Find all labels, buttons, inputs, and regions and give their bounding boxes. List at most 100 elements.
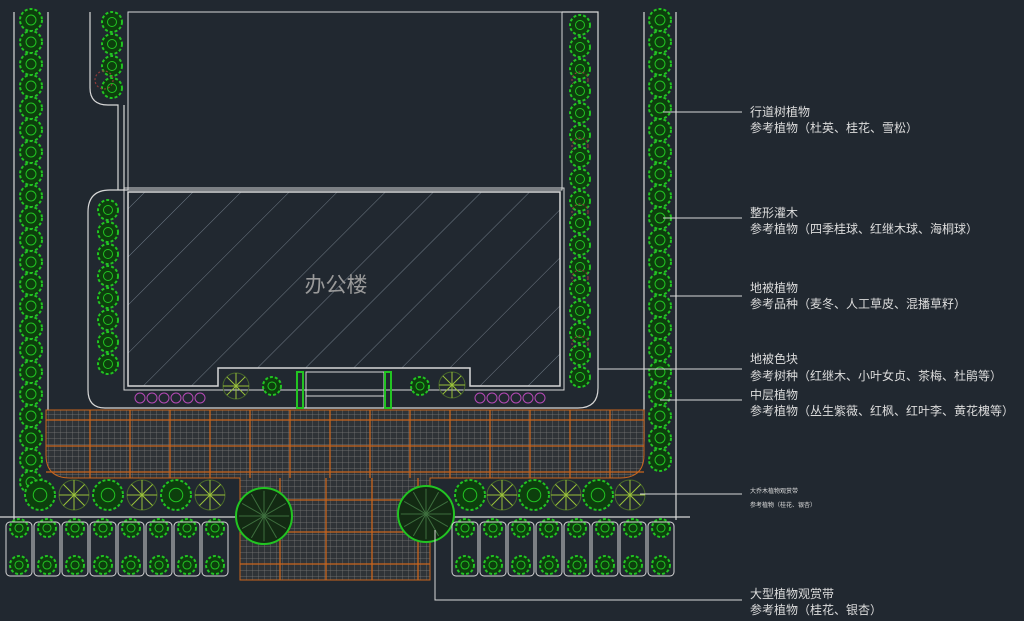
tree-symbol	[19, 8, 43, 32]
tree-symbol	[569, 300, 591, 322]
groundcover-symbol	[486, 392, 498, 404]
tree-symbol	[569, 278, 591, 300]
tree-symbol	[569, 234, 591, 256]
mid-layer-plant-symbol	[222, 372, 250, 400]
tree-symbol	[92, 479, 124, 511]
annotation-4-detail: 参考植物（丛生紫薇、红枫、红叶李、黄花槐等）	[750, 403, 1014, 418]
tree-symbol	[19, 316, 43, 340]
tree-symbol	[648, 360, 672, 384]
tree-symbol	[648, 96, 672, 120]
groundcover-symbol	[534, 392, 546, 404]
tree-symbol	[97, 287, 119, 309]
tree-symbol	[648, 272, 672, 296]
tree-symbol	[121, 555, 141, 575]
tree-symbol	[160, 479, 192, 511]
tree-symbol	[648, 382, 672, 406]
tree-symbol	[595, 555, 615, 575]
tree-symbol	[569, 168, 591, 190]
tree-symbol	[651, 555, 671, 575]
tree-symbol	[101, 11, 123, 33]
annotation-5-title: 大乔木植物观赏带	[750, 487, 798, 495]
tree-symbol	[19, 426, 43, 450]
tree-symbol	[97, 331, 119, 353]
tree-symbol	[518, 479, 550, 511]
tree-symbol	[19, 404, 43, 428]
tree-symbol	[454, 479, 486, 511]
annotation-1-title: 整形灌木	[750, 205, 798, 220]
tree-symbol	[648, 30, 672, 54]
groundcover-symbol	[134, 392, 146, 404]
tree-symbol	[97, 309, 119, 331]
groundcover-symbol	[474, 392, 486, 404]
tree-symbol	[569, 80, 591, 102]
annotation-text: 行道树植物 参考植物（杜英、桂花、雪松） 整形灌木 参考植物（四季桂球、红继木球…	[750, 104, 1014, 617]
tree-symbol	[539, 555, 559, 575]
annotation-6-detail: 参考植物（桂花、银杏）	[750, 602, 882, 617]
tree-symbol	[19, 250, 43, 274]
tree-symbol	[569, 366, 591, 388]
annotation-0-detail: 参考植物（杜英、桂花、雪松）	[750, 120, 918, 135]
groundcover-symbol	[194, 392, 206, 404]
tree-symbol	[648, 228, 672, 252]
tree-symbol	[101, 77, 123, 99]
tree-symbol	[149, 555, 169, 575]
tree-symbol	[101, 55, 123, 77]
groundcover-symbol	[146, 392, 158, 404]
tree-symbol	[567, 555, 587, 575]
tree-symbol	[101, 33, 123, 55]
tree-symbol	[19, 382, 43, 406]
tree-symbol	[97, 199, 119, 221]
groundcover-symbol	[522, 392, 534, 404]
tree-symbol	[648, 338, 672, 362]
tree-symbol	[569, 102, 591, 124]
tree-symbol	[648, 250, 672, 274]
tree-symbol	[648, 184, 672, 208]
groundcover-symbol	[182, 392, 194, 404]
tree-symbol	[97, 265, 119, 287]
large-tree-symbol	[397, 485, 455, 543]
tree-symbol	[19, 206, 43, 230]
tree-symbol	[97, 243, 119, 265]
tree-symbol	[19, 448, 43, 472]
annotation-6-title: 大型植物观赏带	[750, 586, 834, 601]
tree-symbol	[24, 479, 56, 511]
annotation-3-title: 地被色块	[750, 352, 798, 366]
tree-symbol	[19, 184, 43, 208]
tree-symbol	[19, 228, 43, 252]
tree-symbol	[93, 555, 113, 575]
mid-layer-plant-symbol	[486, 479, 518, 511]
annotation-3-detail: 参考树种（红继木、小叶女贞、茶梅、杜鹃等）	[750, 368, 1002, 383]
mid-layer-plant-symbol	[550, 479, 582, 511]
annotation-4-title: 中层植物	[750, 387, 798, 402]
tree-symbol	[648, 140, 672, 164]
tree-symbol	[648, 316, 672, 340]
groundcover-symbol	[498, 392, 510, 404]
tree-symbol	[19, 118, 43, 142]
mid-layer-plant-symbol	[194, 479, 226, 511]
tree-symbol	[582, 479, 614, 511]
tree-symbol	[648, 162, 672, 186]
tree-symbol	[648, 404, 672, 428]
tree-symbol	[19, 338, 43, 362]
tree-symbol	[177, 555, 197, 575]
tree-symbol	[623, 555, 643, 575]
tree-symbol	[648, 74, 672, 98]
tree-symbol	[97, 221, 119, 243]
tree-symbol	[9, 555, 29, 575]
tree-symbol	[648, 52, 672, 76]
tree-symbol	[19, 30, 43, 54]
tree-symbol	[569, 344, 591, 366]
annotation-5-detail: 参考植物（桂花、银杏）	[750, 501, 816, 509]
tree-symbol	[19, 360, 43, 384]
tree-symbol	[455, 555, 475, 575]
office-building: 办公楼	[123, 187, 565, 391]
groundcover-symbol	[170, 392, 182, 404]
groundcover-symbol	[510, 392, 522, 404]
tree-symbol	[65, 555, 85, 575]
groundcover-symbol	[158, 392, 170, 404]
building-label: 办公楼	[305, 273, 368, 297]
annotation-1-detail: 参考植物（四季桂球、红继木球、海桐球）	[750, 221, 978, 236]
mid-layer-plant-symbol	[614, 479, 646, 511]
landscape-plan-drawing: 办公楼 行道树植物 参考植物（杜英、桂花、雪松） 整形灌木 参考植物（四季桂球、…	[0, 8, 1014, 617]
tree-symbol	[648, 448, 672, 472]
